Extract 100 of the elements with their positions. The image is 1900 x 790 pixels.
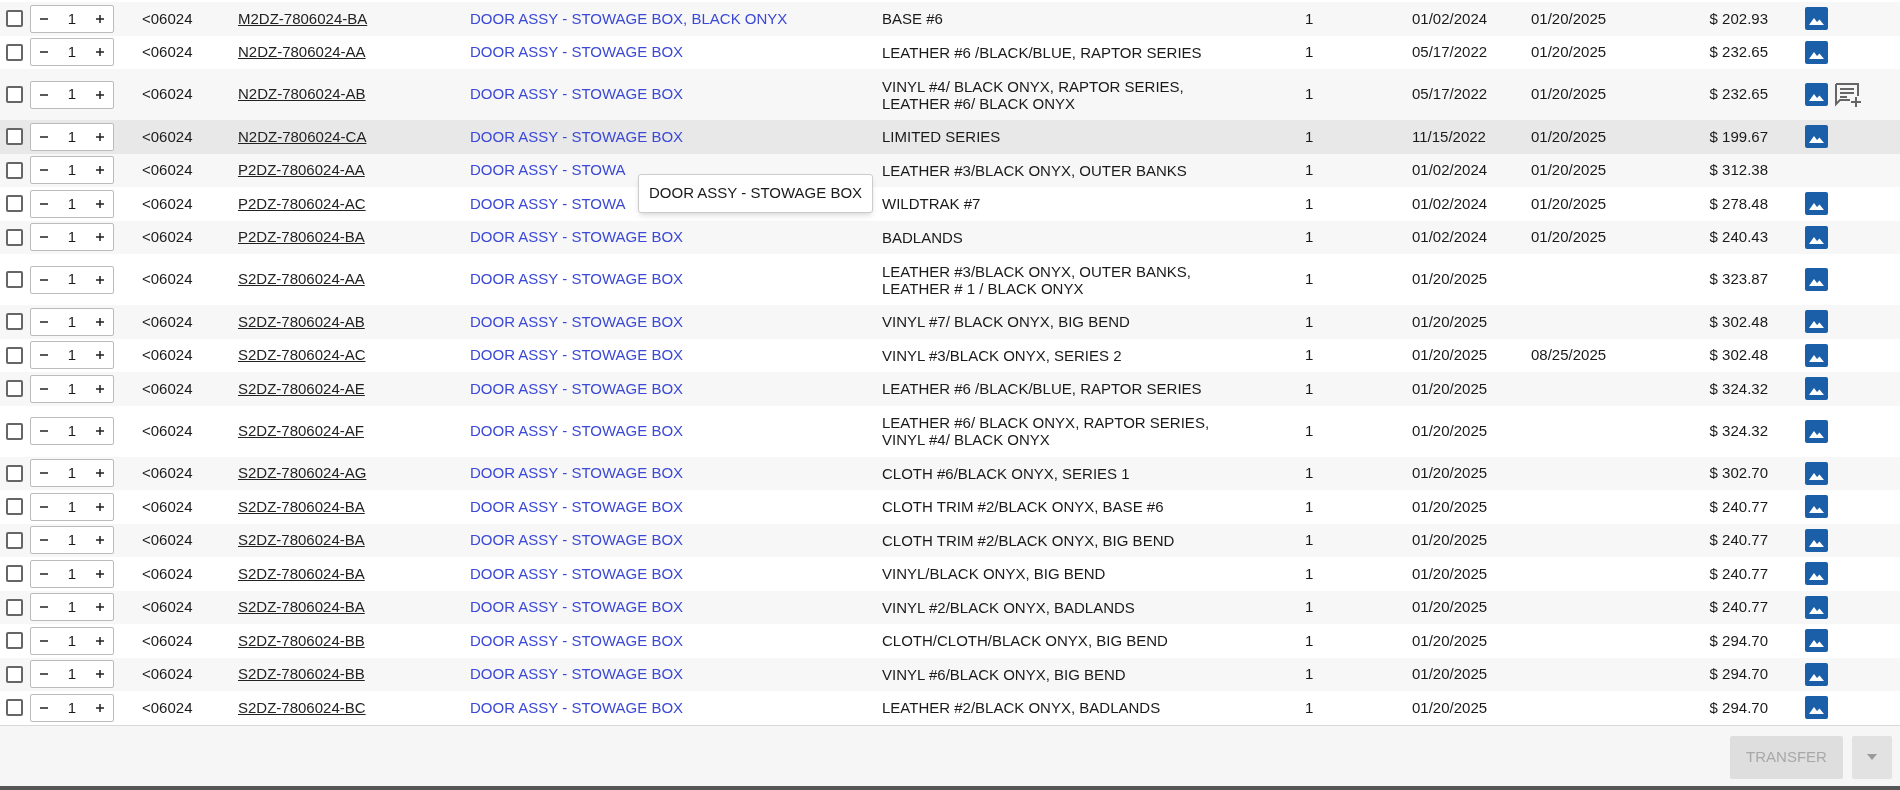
image-icon[interactable] bbox=[1805, 662, 1828, 686]
quantity-stepper[interactable]: 1 bbox=[30, 459, 114, 488]
image-icon[interactable] bbox=[1805, 595, 1828, 619]
plus-icon[interactable] bbox=[95, 468, 105, 479]
description-link[interactable]: DOOR ASSY - STOWAGE BOX bbox=[470, 379, 684, 397]
quantity-stepper[interactable]: 1 bbox=[30, 4, 114, 33]
image-icon[interactable] bbox=[1805, 495, 1828, 519]
description-link[interactable]: DOOR ASSY - STOWAGE BOX bbox=[470, 43, 684, 60]
image-icon[interactable] bbox=[1805, 377, 1828, 401]
plus-icon[interactable] bbox=[95, 316, 105, 327]
row-checkbox[interactable] bbox=[6, 10, 23, 28]
part-number-link[interactable]: S2DZ-7806024-BB bbox=[238, 665, 365, 682]
quantity-stepper[interactable]: 1 bbox=[30, 265, 114, 294]
image-icon[interactable] bbox=[1805, 310, 1828, 334]
row-checkbox[interactable] bbox=[6, 271, 23, 288]
row-checkbox[interactable] bbox=[6, 665, 23, 683]
plus-icon[interactable] bbox=[95, 535, 105, 546]
plus-icon[interactable] bbox=[95, 635, 105, 646]
part-number-link[interactable]: S2DZ-7806024-AB bbox=[238, 312, 365, 330]
image-icon[interactable] bbox=[1805, 528, 1828, 552]
part-number-link[interactable]: P2DZ-7806024-BA bbox=[238, 228, 365, 245]
plus-icon[interactable] bbox=[95, 602, 105, 613]
image-icon[interactable] bbox=[1805, 225, 1828, 249]
description-link[interactable]: DOOR ASSY - STOWAGE BOX bbox=[470, 564, 684, 582]
part-number-link[interactable]: N2DZ-7806024-AA bbox=[238, 43, 366, 60]
description-link[interactable]: DOOR ASSY - STOWAGE BOX bbox=[470, 346, 684, 363]
image-icon[interactable] bbox=[1805, 419, 1828, 443]
image-icon[interactable] bbox=[1805, 629, 1828, 653]
plus-icon[interactable] bbox=[95, 232, 105, 243]
table-row[interactable]: 1 <06024 N2DZ-7806024-AB DOOR ASSY - STOWAGE BOX VINYL #4/ BLACK ONYX, RAPTOR SERIES, LEATHER #6/ BLACK ONYX 1 05/17/2022 01/20/2025 $ 232.65 bbox=[0, 69, 1900, 120]
row-checkbox[interactable] bbox=[6, 422, 23, 440]
plus-icon[interactable] bbox=[95, 274, 105, 285]
quantity-stepper[interactable]: 1 bbox=[30, 593, 114, 622]
quantity-stepper[interactable]: 1 bbox=[30, 693, 114, 722]
row-checkbox[interactable] bbox=[6, 531, 23, 549]
description-link[interactable]: DOOR ASSY - STOWAGE BOX bbox=[470, 312, 684, 330]
table-row[interactable]: 1 <06024 P2DZ-7806024-BA DOOR ASSY - STOWAGE BOX BADLANDS 1 01/02/2024 01/20/2025 $ 240.43 bbox=[0, 220, 1900, 254]
description-link[interactable]: DOOR ASSY - STOWA bbox=[470, 194, 626, 212]
description-link[interactable]: DOOR ASSY - STOWAGE BOX bbox=[470, 531, 684, 548]
image-icon[interactable] bbox=[1805, 696, 1828, 720]
row-checkbox[interactable] bbox=[6, 161, 23, 179]
add-note-icon[interactable] bbox=[1834, 81, 1862, 108]
quantity-stepper[interactable]: 1 bbox=[30, 626, 114, 655]
part-number-link[interactable]: P2DZ-7806024-AA bbox=[238, 161, 365, 178]
plus-icon[interactable] bbox=[95, 47, 105, 58]
description-link[interactable]: DOOR ASSY - STOWAGE BOX bbox=[470, 228, 684, 245]
row-checkbox[interactable] bbox=[6, 228, 23, 246]
quantity-stepper[interactable]: 1 bbox=[30, 559, 114, 588]
description-link[interactable]: DOOR ASSY - STOWAGE BOX, BLACK ONYX bbox=[470, 9, 788, 27]
row-checkbox[interactable] bbox=[6, 380, 23, 398]
description-link[interactable]: DOOR ASSY - STOWAGE BOX bbox=[470, 85, 684, 103]
quantity-stepper[interactable]: 1 bbox=[30, 492, 114, 521]
description-link[interactable]: DOOR ASSY - STOWAGE BOX bbox=[470, 631, 684, 649]
quantity-stepper[interactable]: 1 bbox=[30, 122, 114, 151]
quantity-stepper[interactable]: 1 bbox=[30, 374, 114, 403]
row-checkbox[interactable] bbox=[6, 464, 23, 482]
plus-icon[interactable] bbox=[95, 350, 105, 361]
description-link[interactable]: DOOR ASSY - STOWAGE BOX bbox=[470, 270, 684, 288]
quantity-stepper[interactable]: 1 bbox=[30, 417, 114, 445]
row-checkbox[interactable] bbox=[6, 498, 23, 516]
plus-icon[interactable] bbox=[95, 89, 105, 100]
part-number-link[interactable]: S2DZ-7806024-AE bbox=[238, 379, 365, 397]
part-number-link[interactable]: N2DZ-7806024-CA bbox=[238, 127, 367, 145]
description-link[interactable]: DOOR ASSY - STOWAGE BOX bbox=[470, 598, 684, 615]
image-icon[interactable] bbox=[1805, 562, 1828, 586]
plus-icon[interactable] bbox=[95, 568, 105, 579]
quantity-stepper[interactable]: 1 bbox=[30, 223, 114, 252]
table-row[interactable]: 1 <06024 S2DZ-7806024-AB DOOR ASSY - STOWAGE BOX VINYL #7/ BLACK ONYX, BIG BEND 1 01/20/2025 $ 302.48 bbox=[0, 305, 1900, 339]
part-number-link[interactable]: S2DZ-7806024-BA bbox=[238, 497, 365, 515]
description-link[interactable]: DOOR ASSY - STOWAGE BOX bbox=[470, 665, 684, 682]
plus-icon[interactable] bbox=[95, 131, 105, 142]
part-number-link[interactable]: S2DZ-7806024-AG bbox=[238, 464, 367, 481]
table-row[interactable]: 1 <06024 S2DZ-7806024-BB DOOR ASSY - STOWAGE BOX VINYL #6/BLACK ONYX, BIG BEND 1 01/20/2025 $ 294.70 bbox=[0, 657, 1900, 691]
row-checkbox[interactable] bbox=[6, 699, 23, 717]
part-number-link[interactable]: S2DZ-7806024-BB bbox=[238, 631, 365, 649]
description-link[interactable]: DOOR ASSY - STOWAGE BOX bbox=[470, 421, 684, 439]
image-icon[interactable] bbox=[1805, 461, 1828, 485]
image-icon[interactable] bbox=[1805, 343, 1828, 367]
plus-icon[interactable] bbox=[95, 165, 105, 176]
table-row[interactable]: 1 <06024 S2DZ-7806024-AE DOOR ASSY - STOWAGE BOX LEATHER #6 /BLACK/BLUE, RAPTOR SERIES 1 01/20/2025 $ 324.32 bbox=[0, 372, 1900, 406]
plus-icon[interactable] bbox=[95, 13, 105, 24]
table-row[interactable]: 1 <06024 S2DZ-7806024-BA DOOR ASSY - STOWAGE BOX CLOTH TRIM #2/BLACK ONYX, BIG BEND 1 01/20/2025 $ 240.77 bbox=[0, 523, 1900, 557]
part-number-link[interactable]: P2DZ-7806024-AC bbox=[238, 194, 366, 212]
row-checkbox[interactable] bbox=[6, 346, 23, 364]
row-checkbox[interactable] bbox=[6, 128, 23, 146]
plus-icon[interactable] bbox=[95, 198, 105, 209]
part-number-link[interactable]: S2DZ-7806024-AC bbox=[238, 346, 366, 363]
plus-icon[interactable] bbox=[95, 426, 105, 436]
row-checkbox[interactable] bbox=[6, 598, 23, 616]
part-number-link[interactable]: S2DZ-7806024-AA bbox=[238, 270, 365, 288]
image-icon[interactable] bbox=[1805, 83, 1828, 106]
quantity-stepper[interactable]: 1 bbox=[30, 189, 114, 218]
quantity-stepper[interactable]: 1 bbox=[30, 660, 114, 689]
description-link[interactable]: DOOR ASSY - STOWAGE BOX bbox=[470, 127, 684, 145]
part-number-link[interactable]: S2DZ-7806024-BA bbox=[238, 564, 365, 582]
plus-icon[interactable] bbox=[95, 669, 105, 680]
row-checkbox[interactable] bbox=[6, 195, 23, 213]
image-icon[interactable] bbox=[1805, 7, 1828, 31]
quantity-stepper[interactable]: 1 bbox=[30, 80, 114, 109]
image-icon[interactable] bbox=[1805, 125, 1828, 149]
